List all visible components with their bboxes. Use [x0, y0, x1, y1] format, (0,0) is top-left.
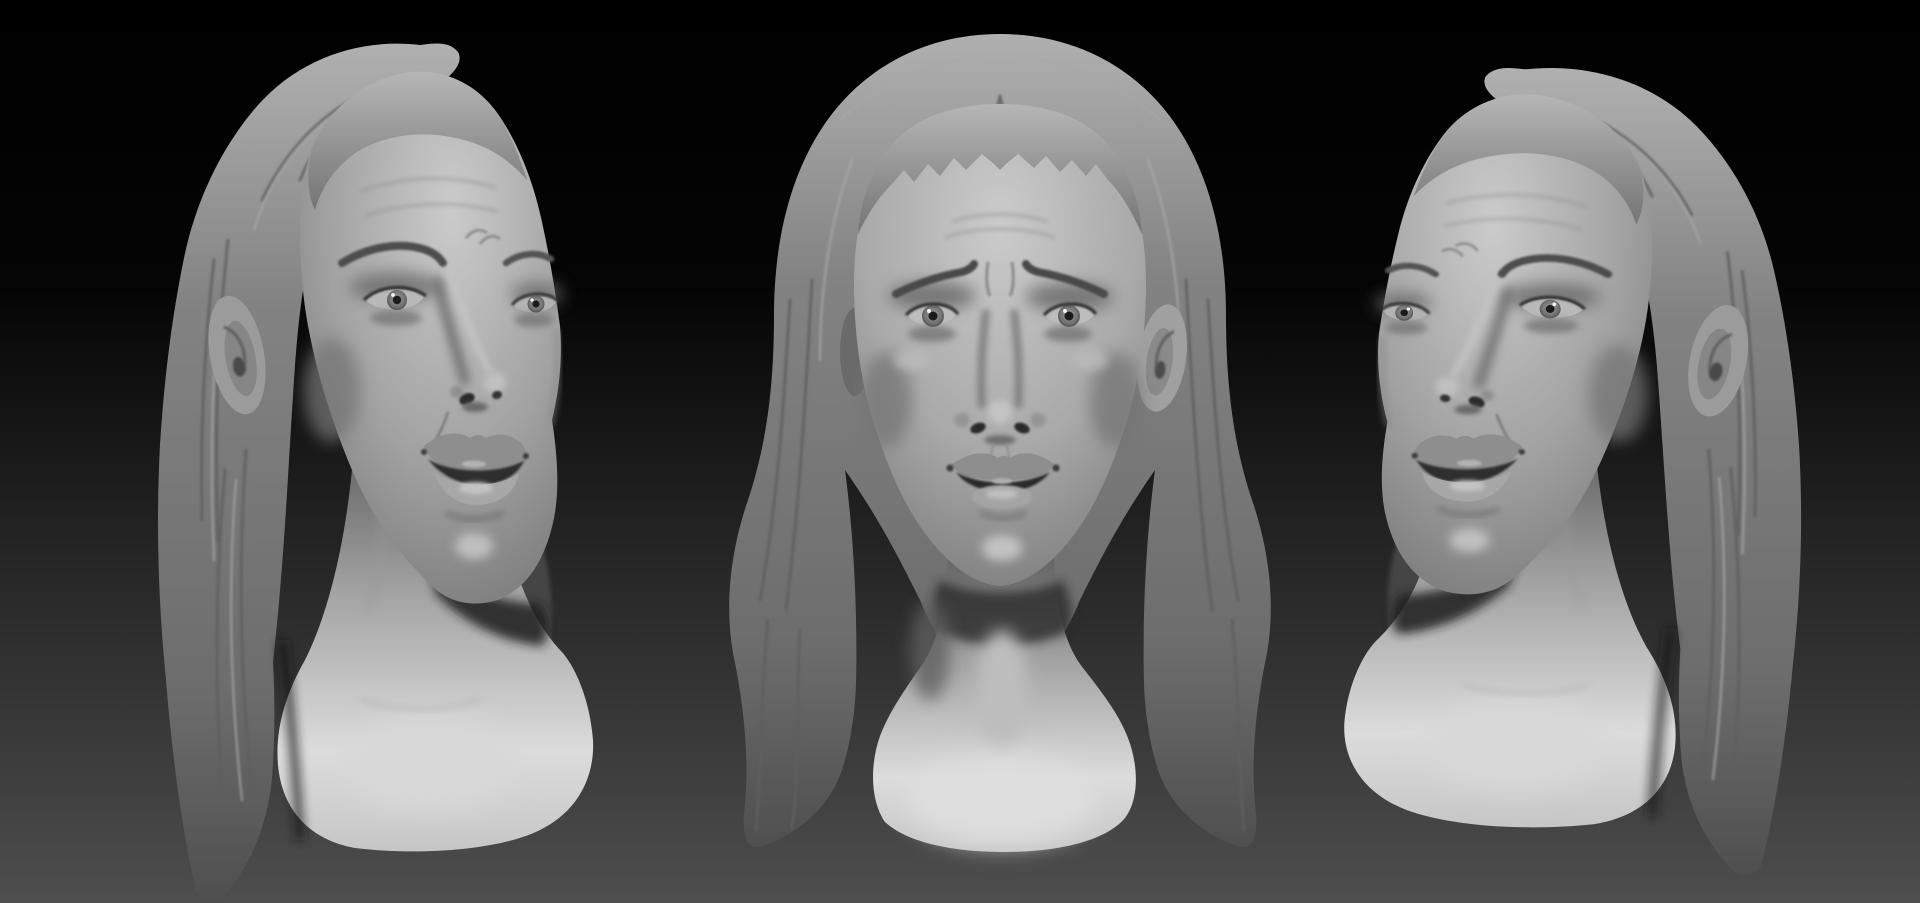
neck-highlight	[976, 630, 1028, 750]
pupil	[393, 296, 401, 304]
bust-center	[729, 34, 1271, 852]
teeth	[462, 461, 486, 468]
eye-highlight	[391, 293, 395, 297]
pupil	[1065, 312, 1074, 321]
viewport	[0, 0, 1920, 903]
pupil	[929, 312, 938, 321]
eye-highlight	[530, 298, 533, 301]
eye-highlight	[1063, 309, 1067, 313]
pupil	[532, 300, 539, 307]
chest-highlight	[345, 717, 515, 813]
teeth	[992, 478, 1012, 484]
eye-highlight	[927, 309, 931, 313]
sculpt-render-canvas	[0, 0, 1920, 903]
chest-highlight	[907, 755, 1097, 845]
